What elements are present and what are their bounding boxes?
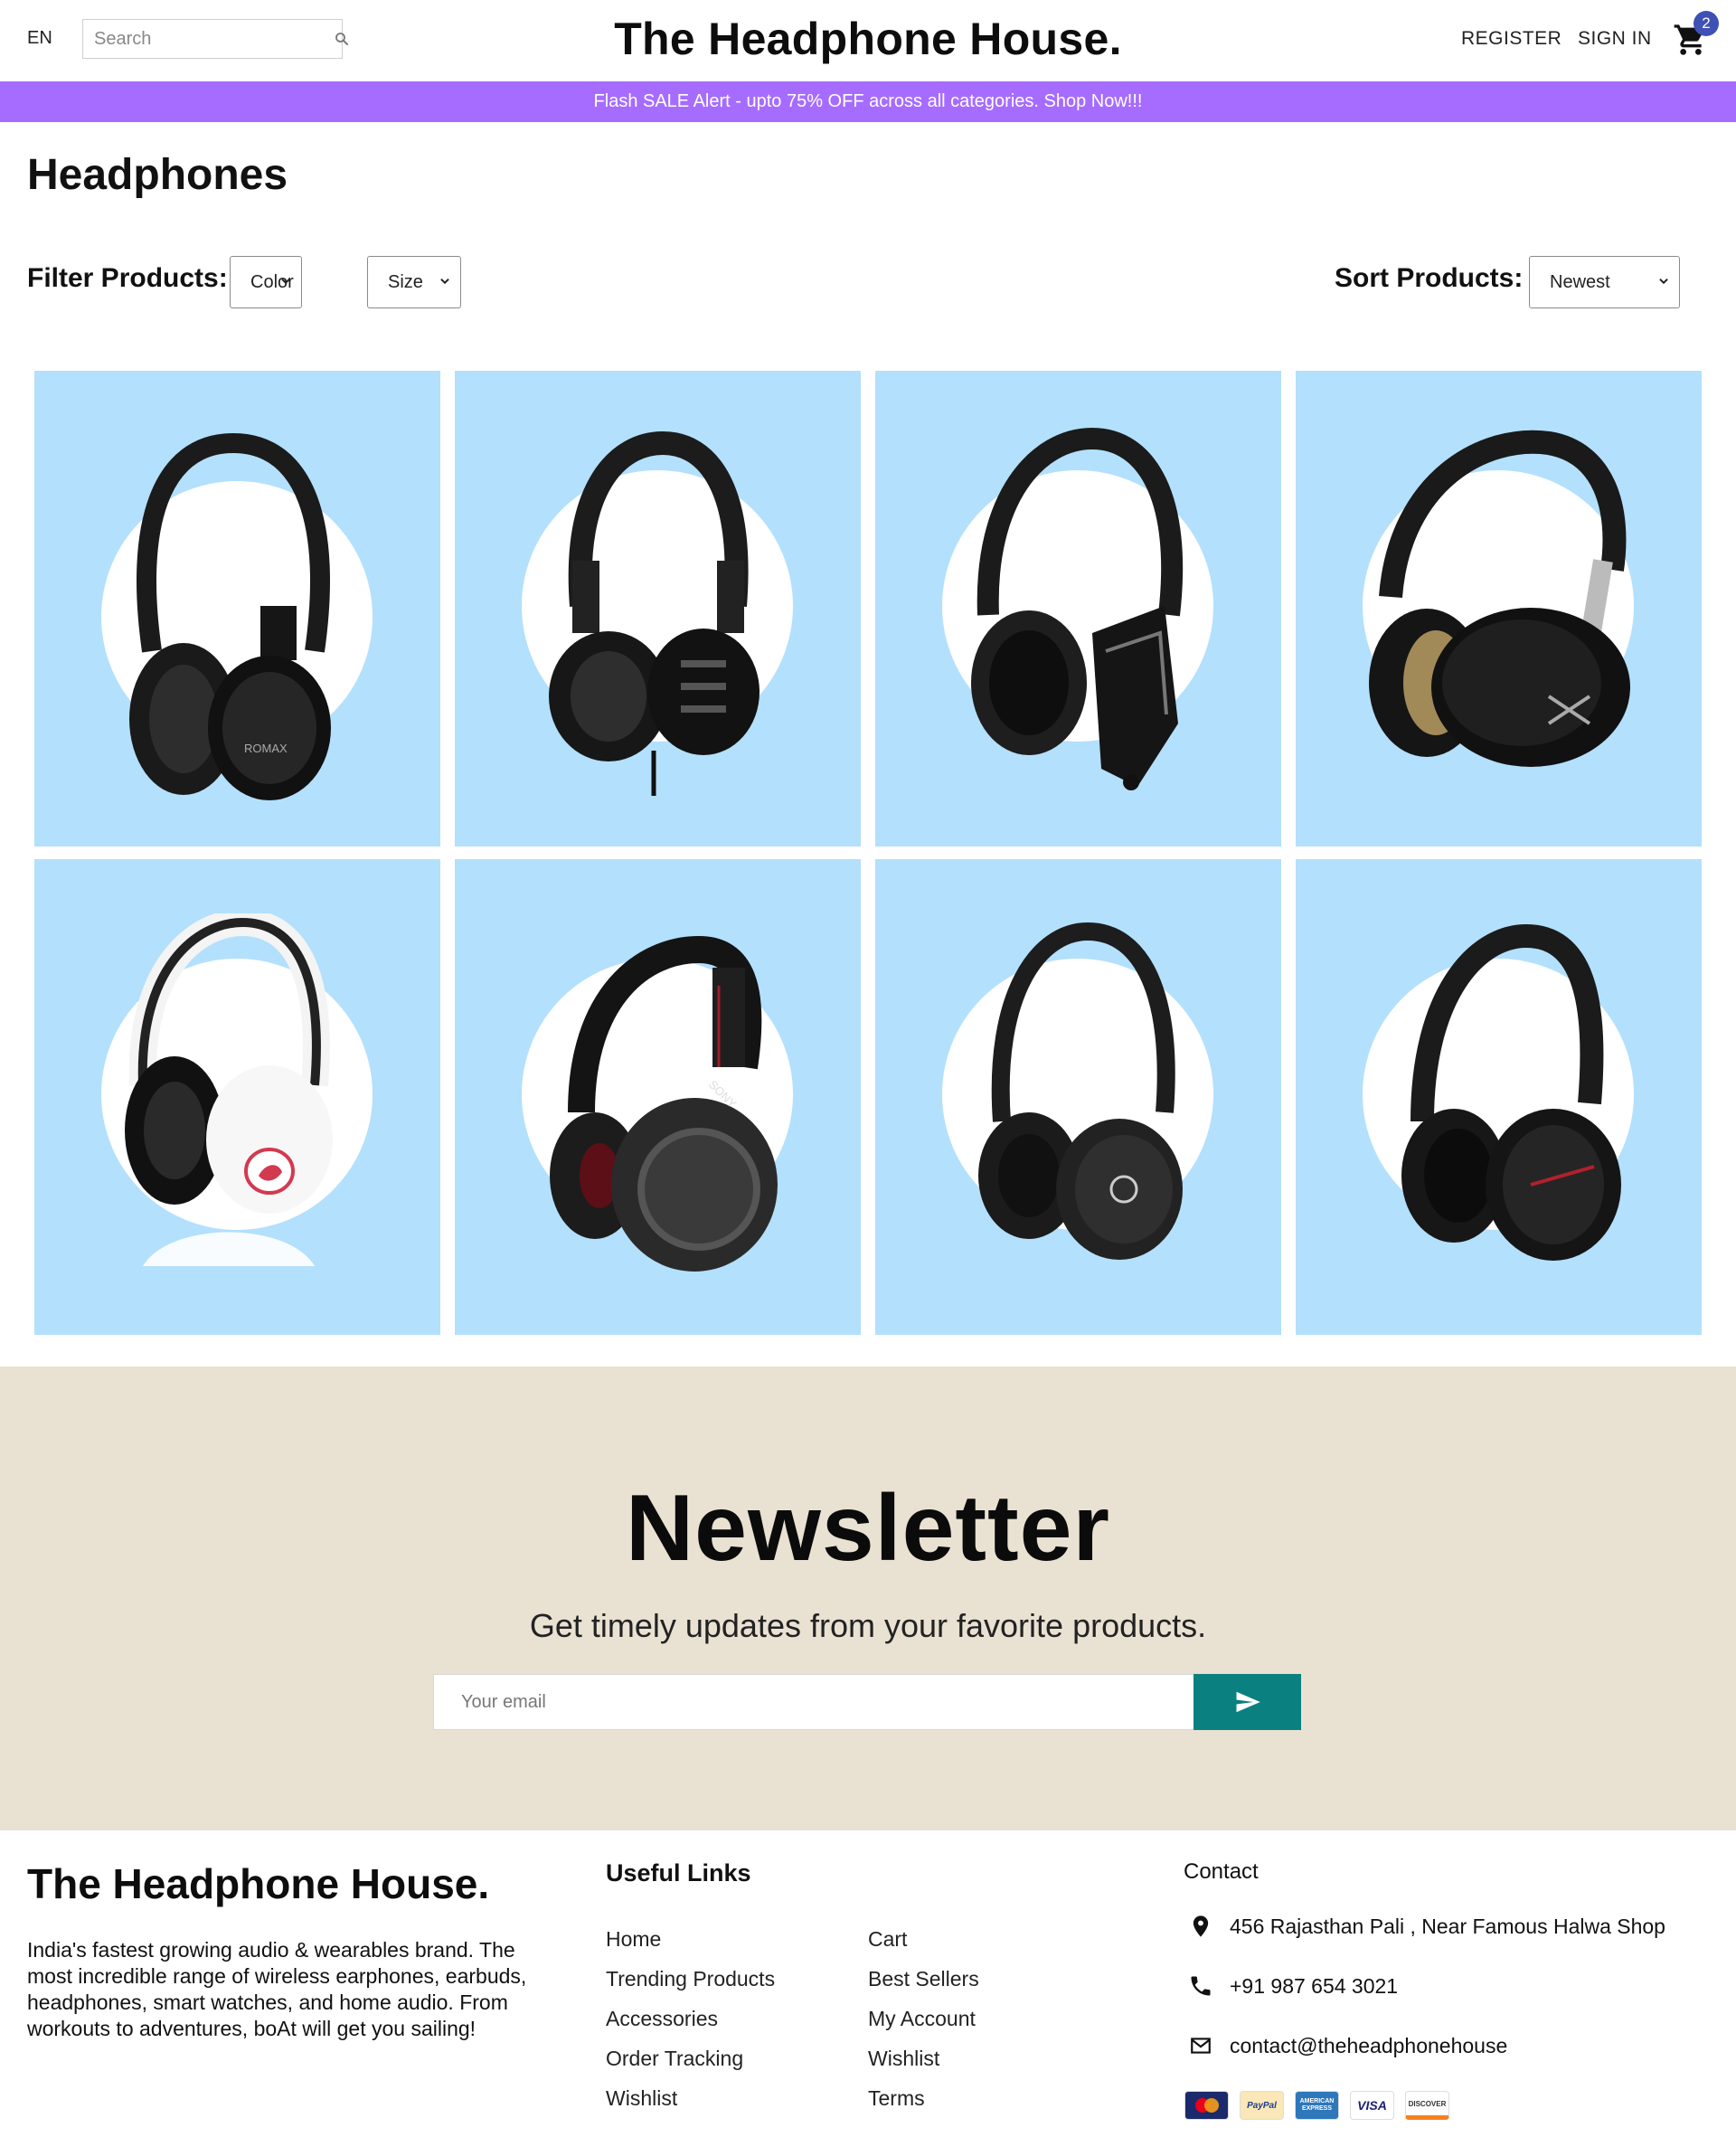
product-card[interactable]: ROMAX xyxy=(34,371,440,846)
announcement-text: Flash SALE Alert - upto 75% OFF across a… xyxy=(593,91,1143,111)
chevron-down-icon xyxy=(440,278,449,285)
newsletter-subtitle: Get timely updates from your favorite pr… xyxy=(529,1607,1207,1644)
contact-email-text[interactable]: contact@theheadphonehouse xyxy=(1230,2034,1507,2058)
newsletter-form xyxy=(433,1674,1301,1730)
newsletter-title: Newsletter xyxy=(626,1476,1110,1581)
chevron-down-icon xyxy=(1659,278,1668,285)
useful-links-title: Useful Links xyxy=(606,1859,751,1886)
footer-description: India's fastest growing audio & wearable… xyxy=(27,1938,527,2040)
footer-link-best-sellers[interactable]: Best Sellers xyxy=(868,1967,979,1991)
product-card[interactable] xyxy=(875,859,1281,1335)
headphone-image xyxy=(1401,923,1621,1261)
footer-link-trending-products[interactable]: Trending Products xyxy=(606,1967,775,1991)
sort-select[interactable]: Newest xyxy=(1529,256,1680,308)
cart-count-badge: 2 xyxy=(1694,11,1719,36)
size-filter-select[interactable]: Size xyxy=(367,256,461,308)
newsletter-section: Newsletter Get timely updates from your … xyxy=(0,1366,1736,1830)
color-filter-select[interactable]: Color xyxy=(230,256,302,308)
footer-link-cart[interactable]: Cart xyxy=(868,1927,907,1952)
footer-logo[interactable]: The Headphone House. xyxy=(27,1859,489,1908)
phone-icon xyxy=(1184,1970,1217,2002)
product-card[interactable]: SONY xyxy=(455,859,861,1335)
visa-icon: VISA xyxy=(1350,2091,1394,2120)
paypal-icon: PayPal xyxy=(1240,2091,1284,2120)
site-header: EN The Headphone House. REGISTER SIGN IN… xyxy=(0,0,1736,81)
contact-phone-text[interactable]: +91 987 654 3021 xyxy=(1230,1974,1398,1999)
sign-in-link[interactable]: SIGN IN xyxy=(1578,28,1652,50)
headphone-image: ROMAX xyxy=(129,432,331,800)
page-title: Headphones xyxy=(27,151,288,199)
chevron-down-icon xyxy=(281,278,290,285)
footer-link-wishlist-2[interactable]: Wishlist xyxy=(868,2047,939,2071)
language-selector[interactable]: EN xyxy=(27,28,52,49)
contact-address-text: 456 Rajasthan Pali , Near Famous Halwa S… xyxy=(1230,1914,1665,1938)
location-pin-icon xyxy=(1184,1910,1217,1943)
search-box[interactable] xyxy=(82,19,348,59)
newsletter-submit-button[interactable] xyxy=(1194,1674,1301,1730)
mastercard-icon xyxy=(1184,2091,1229,2120)
headphone-image xyxy=(1369,430,1630,767)
headphone-image xyxy=(549,430,760,796)
contact-title: Contact xyxy=(1184,1859,1259,1884)
footer-link-home[interactable]: Home xyxy=(606,1927,661,1952)
footer-link-wishlist[interactable]: Wishlist xyxy=(606,2086,677,2111)
search-icon[interactable] xyxy=(334,21,350,57)
product-card[interactable] xyxy=(455,371,861,846)
announcement-bar[interactable]: Flash SALE Alert - upto 75% OFF across a… xyxy=(0,81,1736,122)
product-card[interactable] xyxy=(1296,859,1702,1335)
mail-icon xyxy=(1184,2029,1217,2062)
footer-link-terms[interactable]: Terms xyxy=(868,2086,925,2111)
product-card[interactable] xyxy=(34,859,440,1335)
contact-address: 456 Rajasthan Pali , Near Famous Halwa S… xyxy=(1184,1910,1665,1943)
headphone-image xyxy=(971,427,1184,790)
send-icon xyxy=(1236,1691,1260,1713)
product-card[interactable] xyxy=(1296,371,1702,846)
register-link[interactable]: REGISTER xyxy=(1461,28,1561,50)
headphone-image xyxy=(978,922,1183,1260)
footer-link-accessories[interactable]: Accessories xyxy=(606,2007,718,2031)
headphone-image xyxy=(125,913,333,1266)
brand-mark: ROMAX xyxy=(244,742,288,755)
contact-email: contact@theheadphonehouse xyxy=(1184,2029,1507,2062)
payment-methods: PayPal AMERICAN EXPRESS VISA DISCOVER xyxy=(1184,2091,1449,2120)
product-grid: ROMAX SONY xyxy=(34,371,1702,1335)
site-logo[interactable]: The Headphone House. xyxy=(614,14,1122,64)
sort-label: Sort Products: xyxy=(1335,263,1524,293)
site-footer: The Headphone House. India's fastest gro… xyxy=(0,1830,1736,2156)
headphone-image: SONY xyxy=(550,935,778,1272)
search-input[interactable] xyxy=(83,20,334,58)
size-filter-value: Size xyxy=(388,271,423,292)
footer-link-order-tracking[interactable]: Order Tracking xyxy=(606,2047,743,2071)
footer-link-my-account[interactable]: My Account xyxy=(868,2007,976,2031)
sort-value: Newest xyxy=(1550,271,1610,292)
filter-label: Filter Products: xyxy=(27,263,228,293)
contact-phone: +91 987 654 3021 xyxy=(1184,1970,1398,2002)
amex-icon: AMERICAN EXPRESS xyxy=(1295,2091,1339,2120)
product-card[interactable] xyxy=(875,371,1281,846)
newsletter-email-input[interactable] xyxy=(433,1674,1194,1730)
discover-icon: DISCOVER xyxy=(1405,2091,1449,2120)
